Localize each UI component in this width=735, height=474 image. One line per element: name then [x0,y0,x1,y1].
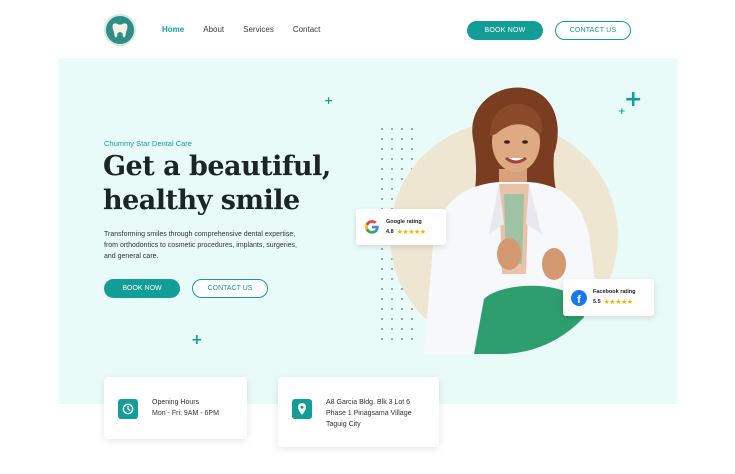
contact-us-button[interactable]: CONTACT US [555,21,631,40]
brand-label: Chummy Star Dental Care [104,139,192,148]
facebook-rating-title: Facebook rating [593,289,636,295]
facebook-icon: f [571,289,587,306]
tooth-icon [112,23,128,38]
hero-book-now-button[interactable]: BOOK NOW [104,279,180,298]
hero-title-line2: healthy smile [103,185,300,216]
clock-icon [118,399,138,419]
plus-decoration-icon: + [624,87,643,112]
hero-title-line1: Get a beautiful, [103,151,331,182]
star-rating-icon: ★★★★★ [396,228,426,236]
facebook-rating-score: 5.5 [593,299,601,305]
google-rating-title: Google rating [386,218,422,225]
plus-decoration-icon: + [618,107,626,117]
facebook-rating-info: Facebook rating 5.5 ★★★★★ [593,289,635,306]
star-rating-icon: ★★★★★ [603,299,633,306]
main-nav: Home About Services Contact [162,25,339,34]
map-pin-icon [292,399,312,419]
address-card: A8 Garcia Bldg. Blk 3 Lot 6 Phase 1 Pina… [278,377,439,447]
nav-contact[interactable]: Contact [293,25,321,34]
plus-decoration-icon: + [191,332,203,348]
opening-hours-label: Opening Hours [152,399,200,406]
book-now-button[interactable]: BOOK NOW [467,21,543,40]
address-line1: A8 Garcia Bldg. Blk 3 Lot 6 [326,399,411,406]
google-rating-row: 4.8 ★★★★★ [386,228,426,236]
address-text: A8 Garcia Bldg. Blk 3 Lot 6 Phase 1 Pina… [326,397,411,430]
facebook-rating-row: 5.5 ★★★★★ [593,298,635,306]
google-rating-score: 4.8 [386,228,394,235]
hero-description: Transforming smiles through comprehensiv… [104,231,297,260]
nav-services[interactable]: Services [243,25,274,34]
plus-decoration-icon: + [324,94,334,107]
nav-home[interactable]: Home [162,25,184,34]
address-line3: Taguig City [326,421,361,428]
opening-hours-text: Opening Hours Mon - Fri: 9AM - 6PM [152,397,219,419]
address-line2: Phase 1 Pinagsama Village [326,410,412,417]
google-icon [365,220,379,234]
nav-about[interactable]: About [203,25,224,34]
opening-hours-card: Opening Hours Mon - Fri: 9AM - 6PM [104,377,247,439]
facebook-rating-card: f Facebook rating 5.5 ★★★★★ [563,279,654,316]
hero-title: Get a beautiful, healthy smile [103,150,343,218]
opening-hours-value: Mon - Fri: 9AM - 6PM [152,410,219,417]
hero-contact-us-button[interactable]: CONTACT US [192,279,268,298]
google-rating-info: Google rating 4.8 ★★★★★ [386,219,426,236]
logo[interactable] [104,14,136,46]
site-header: Home About Services Contact BOOK NOW CON… [0,0,735,58]
google-rating-card: Google rating 4.8 ★★★★★ [356,209,446,245]
